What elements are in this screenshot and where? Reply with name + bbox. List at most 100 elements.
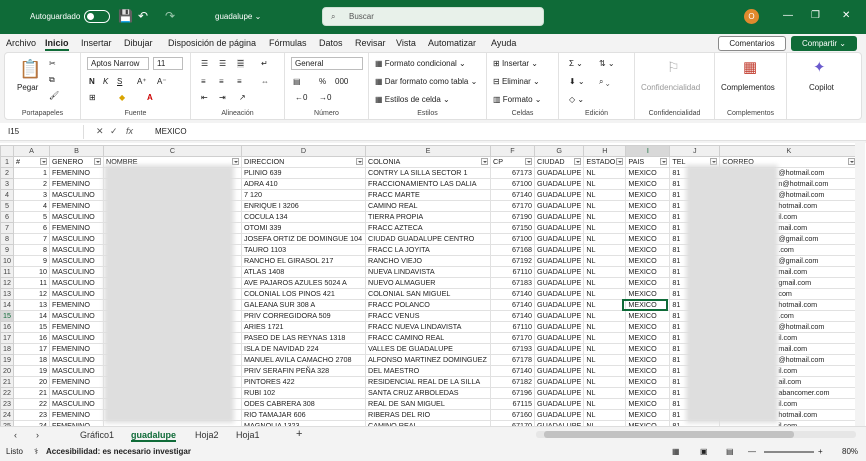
restore-icon[interactable]: ❐ [811,10,820,21]
cell-colony[interactable]: FRACC LA JOYITA [365,244,491,256]
tab-hoja2[interactable]: Hoja2 [195,430,219,440]
cell-zip[interactable]: 67110 [490,321,535,333]
row-number[interactable]: 22 [0,387,14,399]
indent-icon[interactable]: ⇥ [219,93,226,102]
cell-country[interactable]: MEXICO [625,189,671,201]
cell-gender[interactable]: MASCULINO [49,310,104,322]
cell-zip[interactable]: 67160 [490,409,535,421]
cell-country[interactable]: MEXICO [625,365,671,377]
cell-colony[interactable]: REAL DE SAN MIGUEL [365,398,491,410]
menu-insertar[interactable]: Insertar [81,38,112,48]
row-number[interactable]: 4 [0,189,14,201]
cell-country[interactable]: MEXICO [625,354,671,366]
sort-filter-icon[interactable]: ⇅ ⌄ [599,59,615,68]
row-number[interactable]: 17 [0,332,14,344]
cell-colony[interactable]: TIERRA PROPIA [365,211,491,223]
cell-zip[interactable]: 67115 [490,398,535,410]
number-format-select[interactable]: General [291,57,363,70]
cell-gender[interactable]: MASCULINO [49,266,104,278]
row-number[interactable]: 15 [0,310,14,322]
borders-icon[interactable]: ⊞ [89,93,96,102]
cell-address[interactable]: 7 120 [241,189,366,201]
align-right-icon[interactable]: ≡ [237,77,242,86]
cell-country[interactable]: MEXICO [625,178,671,190]
cell-gender[interactable]: FEMENINO [49,321,104,333]
row-number[interactable]: 5 [0,200,14,212]
row-number[interactable]: 21 [0,376,14,388]
filter-dropdown-icon[interactable] [574,158,582,165]
row-number[interactable]: 14 [0,299,14,311]
cell-address[interactable]: RANCHO EL GIRASOL 217 [241,255,366,267]
cell-state[interactable]: NL [583,310,627,322]
cell-number[interactable]: 16 [13,332,50,344]
normal-view-icon[interactable]: ▦ [672,447,680,456]
confidentiality-icon[interactable]: ⚐ [667,59,680,76]
cell-number[interactable]: 10 [13,266,50,278]
cell-number[interactable]: 21 [13,387,50,399]
header-cell[interactable]: # [13,156,50,168]
conditional-format-button[interactable]: ▦ Formato condicional ⌄ [375,59,466,68]
cell-country[interactable]: MEXICO [625,409,671,421]
cell-address[interactable]: ODES CABRERA 308 [241,398,366,410]
find-icon[interactable]: ⌕ ⌄ [599,77,609,87]
cell-address[interactable]: MANUEL AVILA CAMACHO 2708 [241,354,366,366]
tab-hoja1[interactable]: Hoja1 [236,430,260,440]
cell-state[interactable]: NL [583,376,627,388]
cell-gender[interactable]: MASCULINO [49,255,104,267]
cell-number[interactable]: 12 [13,288,50,300]
cell-colony[interactable]: DEL MAESTRO [365,365,491,377]
cell-gender[interactable]: MASCULINO [49,332,104,344]
row-number[interactable]: 10 [0,255,14,267]
cell-gender[interactable]: MASCULINO [49,211,104,223]
cell-colony[interactable]: FRACC VENUS [365,310,491,322]
table-format-button[interactable]: ▦ Dar formato como tabla ⌄ [375,77,477,86]
zoom-out-icon[interactable]: — [748,447,756,456]
cell-state[interactable]: NL [583,299,627,311]
menu-dibujar[interactable]: Dibujar [124,38,153,48]
cell-zip[interactable]: 67140 [490,310,535,322]
cell-zip[interactable]: 67150 [490,222,535,234]
cell-gender[interactable]: FEMENINO [49,178,104,190]
cell-number[interactable]: 8 [13,244,50,256]
cell-address[interactable]: COLONIAL LOS PINOS 421 [241,288,366,300]
cell-city[interactable]: GUADALUPE [533,343,585,355]
cell-colony[interactable]: VALLES DE GUADALUPE [365,343,491,355]
cell-country[interactable]: MEXICO [625,288,671,300]
insert-cells-button[interactable]: ⊞ Insertar ⌄ [493,59,538,68]
header-cell[interactable]: GENERO [49,156,104,168]
cell-address[interactable]: PRIV CORREGIDORA 509 [241,310,366,322]
tab-next-icon[interactable]: › [36,430,39,440]
cell-number[interactable]: 4 [13,200,50,212]
filter-dropdown-icon[interactable] [481,158,488,165]
wrap-text-icon[interactable]: ↵ [261,59,268,68]
accessibility-status[interactable]: Accesibilidad: es necesario investigar [46,447,191,456]
minimize-icon[interactable]: — [783,10,793,21]
header-cell[interactable]: CP [490,156,535,168]
cell-country[interactable]: MEXICO [625,211,671,223]
cell-city[interactable]: GUADALUPE [533,321,585,333]
cell-colony[interactable]: FRACC AZTECA [365,222,491,234]
column-header-d[interactable]: D [241,145,366,157]
copy-icon[interactable]: ⧉ [49,75,55,85]
menu-formulas[interactable]: Fórmulas [269,38,307,48]
cell-address[interactable]: PRIV SERAFIN PEÑA 328 [241,365,366,377]
redo-icon[interactable]: ↷ [165,9,175,23]
cell-colony[interactable]: RESIDENCIAL REAL DE LA SILLA [365,376,491,388]
avatar[interactable]: O [744,9,759,24]
row-number[interactable]: 11 [0,266,14,278]
cell-zip[interactable]: 67170 [490,332,535,344]
filter-dropdown-icon[interactable] [40,158,47,165]
paste-icon[interactable]: 📋 [19,59,41,80]
cell-city[interactable]: GUADALUPE [533,365,585,377]
cell-gender[interactable]: FEMENINO [49,409,104,421]
format-cells-button[interactable]: ▥ Formato ⌄ [493,95,542,104]
column-header-f[interactable]: F [490,145,535,157]
underline-icon[interactable]: S [117,77,122,86]
cell-number[interactable]: 18 [13,354,50,366]
cell-gender[interactable]: FEMENINO [49,167,104,179]
accounting-icon[interactable]: ▤ [293,77,301,86]
cell-country[interactable]: MEXICO [625,332,671,344]
vertical-scrollbar[interactable] [855,143,865,426]
column-header-e[interactable]: E [365,145,491,157]
font-color-icon[interactable]: A [147,93,153,102]
